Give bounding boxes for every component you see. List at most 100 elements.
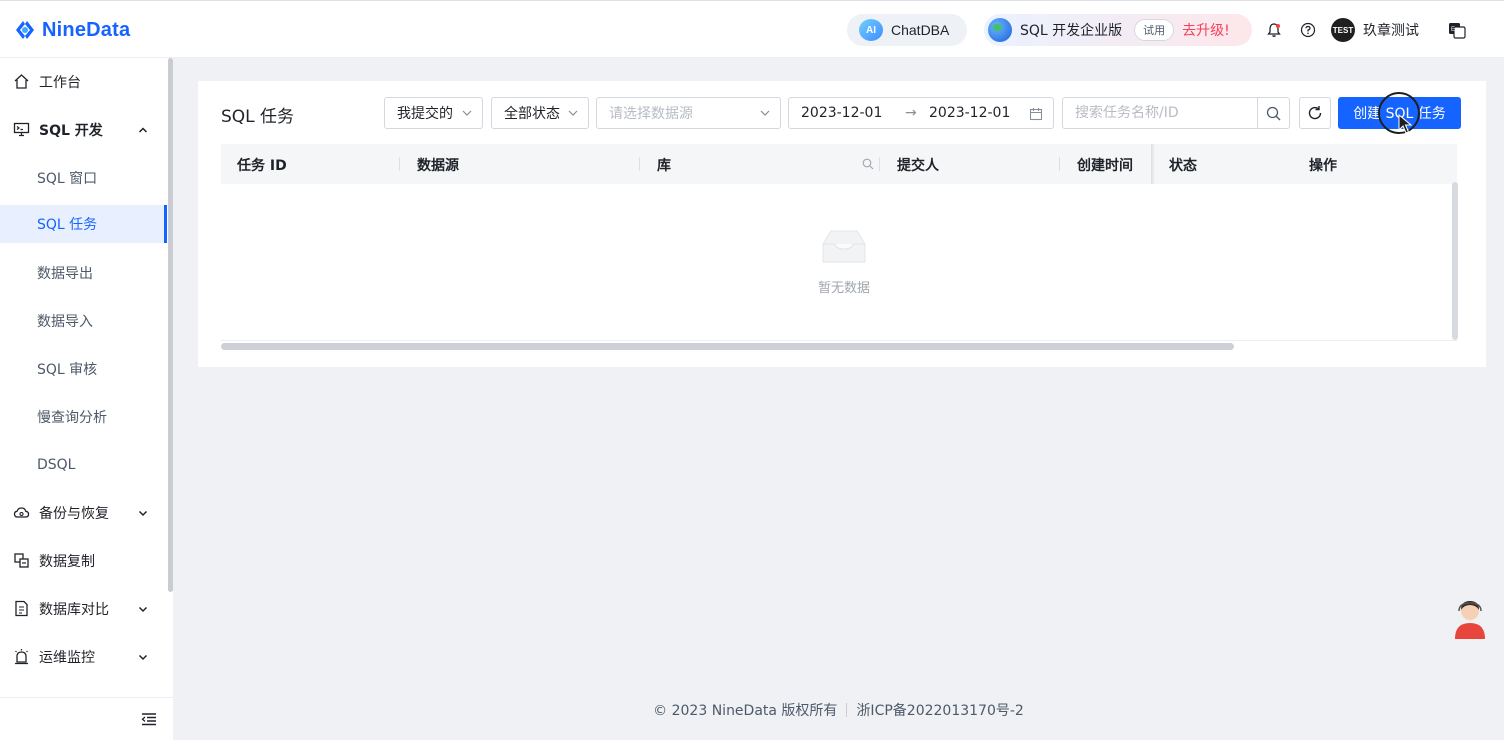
sql-task-panel: SQL 任务 我提交的 全部状态 请选择数据源 2023-12-01 → 202… xyxy=(198,81,1486,367)
column-header: 操作 xyxy=(1309,158,1337,174)
column-divider xyxy=(1059,157,1060,171)
column-divider xyxy=(639,157,640,171)
column-header: 创建时间 xyxy=(1077,158,1133,174)
sidebar-item-label: 数据库对比 xyxy=(39,602,109,618)
datasource-select[interactable]: 请选择数据源 xyxy=(596,97,781,129)
chevron-down-icon xyxy=(568,110,578,116)
chevron-down-icon xyxy=(138,654,148,661)
column-header: 任务 ID xyxy=(237,158,287,174)
sidebar-item-workbench[interactable]: 工作台 xyxy=(0,58,166,106)
sidebar-item-label: 数据导出 xyxy=(37,266,93,282)
table-vertical-scrollbar[interactable] xyxy=(1452,182,1458,340)
top-header: NineData AI ChatDBA SQL 开发企业版 试用 去升级! TE… xyxy=(0,0,1504,58)
svg-text:En: En xyxy=(1451,27,1458,33)
sidebar-item-dsql[interactable]: DSQL xyxy=(0,441,166,489)
table-header: 任务 ID 数据源 库 提交人 创建时间 状态 操作 xyxy=(221,144,1457,184)
sidebar-item-ops-monitor[interactable]: 运维监控 xyxy=(0,633,166,681)
table-horizontal-scrollbar[interactable] xyxy=(221,343,1234,350)
icp-link[interactable]: 浙ICP备2022013170号-2 xyxy=(856,703,1023,719)
chatdba-button[interactable]: AI ChatDBA xyxy=(847,14,967,46)
chevron-down-icon xyxy=(462,110,472,116)
sidebar: 工作台 SQL 开发 SQL 窗口 SQL 任务 数据导出 数据导入 SQL 审… xyxy=(0,58,173,740)
active-indicator xyxy=(164,205,167,243)
datasource-placeholder: 请选择数据源 xyxy=(609,106,693,122)
date-range-picker[interactable]: 2023-12-01 → 2023-12-01 xyxy=(788,97,1054,129)
task-search xyxy=(1062,97,1290,129)
status-select[interactable]: 全部状态 xyxy=(491,97,589,129)
menu-collapse-icon[interactable] xyxy=(141,712,157,726)
copyright-text: © 2023 NineData 版权所有 xyxy=(653,703,838,719)
column-divider xyxy=(399,157,400,171)
search-icon xyxy=(1266,106,1281,120)
search-button[interactable] xyxy=(1257,98,1289,128)
sidebar-item-label: SQL 审核 xyxy=(37,362,98,378)
table-body: 暂无数据 xyxy=(221,184,1457,341)
edition-banner[interactable]: SQL 开发企业版 试用 去升级! xyxy=(984,14,1252,46)
help-icon[interactable] xyxy=(1299,21,1317,39)
page-footer: © 2023 NineData 版权所有 浙ICP备2022013170号-2 xyxy=(173,700,1504,720)
status-value: 全部状态 xyxy=(504,106,560,122)
ninedata-logo-icon xyxy=(16,21,34,39)
sidebar-item-label: 运维监控 xyxy=(39,650,95,666)
sidebar-item-db-compare[interactable]: 数据库对比 xyxy=(0,585,166,633)
date-start[interactable]: 2023-12-01 xyxy=(801,105,882,121)
sidebar-item-label: 慢查询分析 xyxy=(37,410,107,426)
fixed-column-shadow xyxy=(1151,144,1155,184)
sidebar-item-label: 备份与恢复 xyxy=(39,506,109,522)
language-icon[interactable]: En xyxy=(1447,21,1467,39)
globe-icon xyxy=(988,18,1012,42)
sidebar-item-sql-review[interactable]: SQL 审核 xyxy=(0,345,166,393)
column-header: 数据源 xyxy=(417,158,459,174)
column-header: 库 xyxy=(657,158,671,174)
brand-logo[interactable]: NineData xyxy=(12,15,130,45)
sidebar-item-label: 数据复制 xyxy=(39,554,95,570)
monitor-icon xyxy=(13,122,30,137)
compare-icon xyxy=(15,600,28,617)
trial-badge: 试用 xyxy=(1134,19,1175,41)
sidebar-item-label: 数据导入 xyxy=(37,314,93,330)
chevron-down-icon xyxy=(138,606,148,613)
sidebar-item-data-import[interactable]: 数据导入 xyxy=(0,297,166,345)
bell-icon[interactable] xyxy=(1265,21,1283,39)
column-divider xyxy=(879,157,880,171)
page-title: SQL 任务 xyxy=(221,107,295,127)
sidebar-item-sql-task[interactable]: SQL 任务 xyxy=(0,205,166,243)
chevron-down-icon xyxy=(138,510,148,517)
column-header: 提交人 xyxy=(897,158,939,174)
search-input[interactable] xyxy=(1063,98,1257,128)
alarm-icon xyxy=(15,649,28,665)
column-search-icon[interactable] xyxy=(862,158,874,170)
sidebar-item-label: DSQL xyxy=(37,457,76,473)
sidebar-footer xyxy=(0,697,173,740)
brand-name: NineData xyxy=(42,18,131,41)
date-range-separator: → xyxy=(905,105,917,121)
chevron-up-icon xyxy=(138,127,148,133)
edition-label: SQL 开发企业版 xyxy=(1020,23,1123,39)
user-menu[interactable]: TEST 玖章测试 xyxy=(1331,18,1419,42)
refresh-button[interactable] xyxy=(1299,97,1331,129)
footer-divider xyxy=(846,703,848,717)
chevron-down-icon xyxy=(760,110,770,116)
sidebar-scrollbar[interactable] xyxy=(168,58,173,592)
date-end[interactable]: 2023-12-01 xyxy=(929,105,1010,121)
avatar: TEST xyxy=(1331,18,1355,42)
sidebar-item-data-export[interactable]: 数据导出 xyxy=(0,249,166,297)
sidebar-item-sql-window[interactable]: SQL 窗口 xyxy=(0,154,166,202)
submitter-select[interactable]: 我提交的 xyxy=(384,97,483,129)
upgrade-link[interactable]: 去升级! xyxy=(1182,20,1230,40)
sidebar-item-backup-restore[interactable]: 备份与恢复 xyxy=(0,489,166,537)
customer-support-icon[interactable] xyxy=(1450,597,1490,641)
user-name: 玖章测试 xyxy=(1363,23,1419,39)
sidebar-item-data-replication[interactable]: 数据复制 xyxy=(0,537,166,585)
calendar-icon xyxy=(1029,108,1043,121)
submitter-value: 我提交的 xyxy=(397,106,453,122)
chatdba-label: ChatDBA xyxy=(891,22,950,38)
empty-inbox-icon xyxy=(822,230,866,263)
refresh-icon xyxy=(1308,106,1322,120)
sidebar-item-sql-dev[interactable]: SQL 开发 xyxy=(0,106,166,154)
empty-state-text: 暂无数据 xyxy=(817,281,870,296)
sidebar-item-slow-query[interactable]: 慢查询分析 xyxy=(0,393,166,441)
create-sql-task-button[interactable]: 创建 SQL 任务 xyxy=(1338,97,1461,129)
sidebar-item-label: SQL 任务 xyxy=(37,217,98,233)
cloud-icon xyxy=(13,507,30,518)
